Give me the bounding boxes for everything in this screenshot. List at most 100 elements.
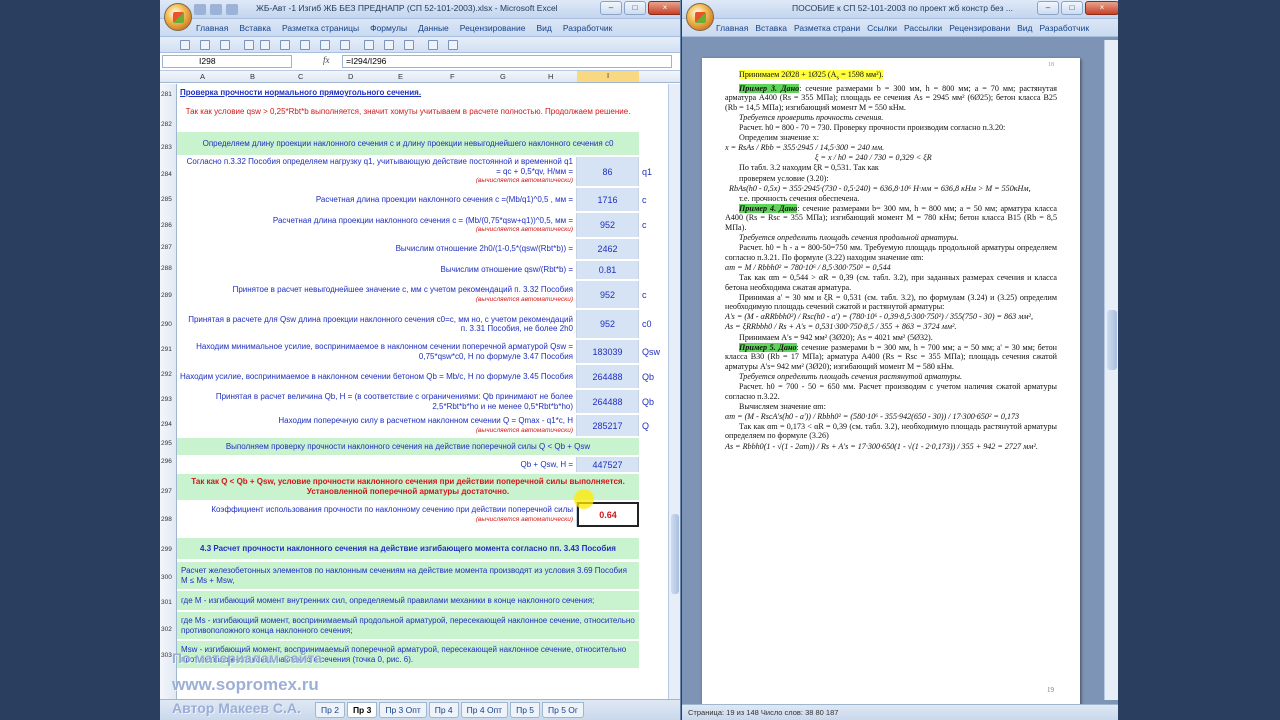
fill-icon[interactable] — [300, 40, 310, 50]
sheet-tab-pr3[interactable]: Пр 3 — [346, 702, 378, 718]
note-row[interactable]: Так как условие qsw > 0,25*Rbt*b выполня… — [177, 103, 669, 131]
row-number[interactable]: 293 — [161, 396, 172, 403]
tab-home[interactable]: Главная — [716, 23, 748, 33]
table-row[interactable]: Находим минимальное усилие, воспринимаем… — [177, 340, 669, 364]
value-cell[interactable]: 264488 — [577, 365, 639, 388]
moment-row[interactable]: где M - изгибающий момент внутренних сил… — [177, 591, 639, 611]
heading-row[interactable]: Проверка прочности нормального прямоугол… — [177, 84, 669, 102]
office-button-icon[interactable] — [686, 3, 714, 31]
row-number[interactable]: 285 — [161, 196, 172, 203]
tab-references[interactable]: Ссылки — [867, 23, 897, 33]
tab-review[interactable]: Рецензирование — [460, 23, 526, 33]
value-cell[interactable]: 1716 — [577, 188, 639, 211]
row-number[interactable]: 282 — [161, 121, 172, 128]
table-icon[interactable] — [384, 40, 394, 50]
office-button-icon[interactable] — [164, 3, 192, 31]
redo-tool-icon[interactable] — [200, 40, 210, 50]
tab-developer[interactable]: Разработчик — [1040, 23, 1090, 33]
tab-home[interactable]: Главная — [196, 23, 228, 33]
document-page[interactable]: 18 Принимаем 2Ø28 + 1Ø25 (As = 1598 мм²)… — [702, 58, 1080, 718]
row-number[interactable]: 292 — [161, 371, 172, 378]
column-header-d[interactable]: D — [348, 72, 353, 81]
vertical-scrollbar[interactable] — [668, 84, 680, 699]
row-number[interactable]: 290 — [161, 321, 172, 328]
minimize-button[interactable]: – — [1037, 1, 1059, 15]
sheet-tab-pr2[interactable]: Пр 2 — [315, 702, 345, 718]
table-row[interactable]: Принятое в расчет невыгоднейшее значение… — [177, 281, 669, 309]
name-box[interactable]: I298 — [162, 55, 292, 68]
section-4-3-heading[interactable]: 4.3 Расчет прочности наклонного сечения … — [177, 538, 639, 560]
format-painter-icon[interactable] — [428, 40, 438, 50]
sheet-tab-pr5-og[interactable]: Пр 5 Ог — [542, 702, 585, 718]
table-row[interactable]: Согласно п.3.32 Пособия определяем нагру… — [177, 157, 669, 187]
zoom-icon[interactable] — [448, 40, 458, 50]
tab-insert[interactable]: Вставка — [755, 23, 787, 33]
worksheet-grid[interactable]: 281 282 283 284 285 286 287 288 289 290 … — [160, 84, 680, 699]
band-c0[interactable]: Определяем длину проекции наклонного сеч… — [177, 132, 639, 156]
value-cell[interactable]: 952 — [577, 310, 639, 338]
row-number[interactable]: 287 — [161, 244, 172, 251]
column-header-i[interactable]: I — [577, 71, 639, 82]
tab-formulas[interactable]: Формулы — [370, 23, 407, 33]
value-cell[interactable]: 2462 — [577, 239, 639, 259]
formula-input[interactable]: =I294/I296 — [342, 55, 672, 68]
maximize-button[interactable]: □ — [1061, 1, 1083, 15]
sheet-tab-pr3-opt[interactable]: Пр 3 Опт — [379, 702, 427, 718]
column-header-b[interactable]: B — [250, 72, 255, 81]
chart-icon[interactable] — [364, 40, 374, 50]
fx-icon[interactable]: fx — [323, 55, 330, 65]
tab-data[interactable]: Данные — [418, 23, 449, 33]
row-number[interactable]: 284 — [161, 171, 172, 178]
conclusion-band[interactable]: Так как Q < Qb + Qsw, условие прочности … — [177, 474, 639, 501]
moment-row[interactable]: Расчет железобетонных элементов по накло… — [177, 562, 639, 590]
column-header-a[interactable]: A — [200, 72, 205, 81]
value-cell[interactable]: 0.81 — [577, 261, 639, 279]
word-vertical-scrollbar[interactable] — [1104, 40, 1118, 700]
row-number[interactable]: 300 — [161, 574, 172, 581]
moment-row[interactable]: где Ms - изгибающий момент, воспринимаем… — [177, 612, 639, 640]
value-cell[interactable]: 952 — [577, 213, 639, 237]
value-cell[interactable]: 285217 — [577, 415, 639, 436]
table-row[interactable]: Находим усилие, воспринимаемое в наклонн… — [177, 365, 669, 389]
tab-review[interactable]: Рецензировани — [949, 23, 1010, 33]
scroll-thumb[interactable] — [671, 514, 679, 594]
table-row[interactable]: Расчетная длина проекции наклонного сече… — [177, 188, 669, 212]
row-number[interactable]: 289 — [161, 292, 172, 299]
column-header-g[interactable]: G — [500, 72, 506, 81]
undo-icon[interactable] — [210, 4, 222, 15]
row-number[interactable]: 303 — [161, 652, 172, 659]
merge-icon[interactable] — [280, 40, 290, 50]
row-number[interactable]: 299 — [161, 546, 172, 553]
value-cell[interactable]: 952 — [577, 281, 639, 308]
row-number[interactable]: 283 — [161, 144, 172, 151]
column-header-h[interactable]: H — [548, 72, 553, 81]
table-row[interactable]: Расчетная длина проекции наклонного сече… — [177, 213, 669, 238]
row-number[interactable]: 291 — [161, 346, 172, 353]
row-number[interactable]: 286 — [161, 222, 172, 229]
tab-developer[interactable]: Разработчик — [563, 23, 613, 33]
value-cell[interactable]: 447527 — [577, 457, 639, 472]
maximize-button[interactable]: □ — [624, 1, 646, 15]
row-number[interactable]: 302 — [161, 626, 172, 633]
sheet-tab-pr5[interactable]: Пр 5 — [510, 702, 541, 718]
row-number[interactable]: 294 — [161, 421, 172, 428]
table-row-coefficient[interactable]: Коэффициент использования прочности по н… — [177, 502, 669, 528]
value-cell[interactable]: 264488 — [577, 390, 639, 413]
column-header-f[interactable]: F — [450, 72, 455, 81]
row-number[interactable]: 281 — [161, 91, 172, 98]
table-row[interactable]: Вычислим отношение qsw/(Rbt*b) = 0.81 — [177, 261, 669, 280]
value-cell[interactable]: 183039 — [577, 340, 639, 363]
print-icon[interactable] — [220, 40, 230, 50]
scroll-thumb[interactable] — [1107, 310, 1117, 370]
tab-insert[interactable]: Вставка — [239, 23, 271, 33]
filter-icon[interactable] — [340, 40, 350, 50]
row-number[interactable]: 298 — [161, 516, 172, 523]
table-row[interactable]: Находим поперечную силу в расчетном накл… — [177, 415, 669, 437]
table-row[interactable]: Принятая в расчет величина Qb, Н = (в со… — [177, 390, 669, 414]
table-row[interactable]: Принятая в расчете для Qsw длина проекци… — [177, 310, 669, 339]
grid-icon[interactable] — [260, 40, 270, 50]
sort-icon[interactable] — [320, 40, 330, 50]
tab-mailings[interactable]: Рассылки — [904, 23, 942, 33]
row-number[interactable]: 296 — [161, 458, 172, 465]
sheet-tab-pr4-opt[interactable]: Пр 4 Опт — [460, 702, 509, 718]
